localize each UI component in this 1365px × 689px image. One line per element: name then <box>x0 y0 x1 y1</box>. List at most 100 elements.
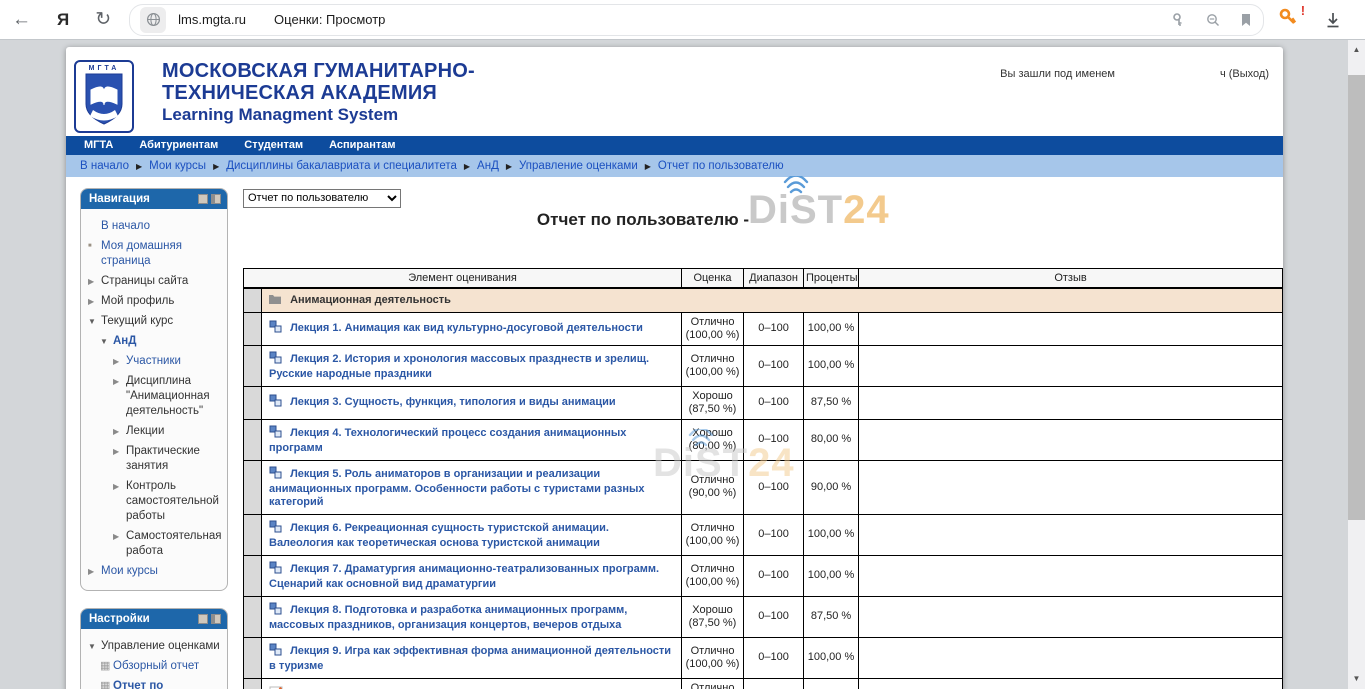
tree-marker-icon[interactable] <box>88 294 101 309</box>
sidebar-item-label[interactable]: Мой профиль <box>101 294 174 309</box>
sidebar-item[interactable]: Мой профиль <box>86 291 223 311</box>
sidebar-item[interactable]: Практические занятия <box>86 441 223 476</box>
tree-marker-icon[interactable] <box>88 564 101 579</box>
report-type-select[interactable]: Отчет по пользователю <box>243 189 401 208</box>
sidebar-item-label[interactable]: Самостоятельная работа <box>126 529 223 559</box>
grade-item-link[interactable]: Лекция 1. Анимация как вид культурно-дос… <box>290 322 643 334</box>
nav-aspirantam[interactable]: Аспирантам <box>329 139 395 151</box>
sidebar-item[interactable]: АнД <box>86 331 223 351</box>
sidebar-item[interactable]: Отчет по пользователю <box>86 676 223 689</box>
scroll-up-icon[interactable]: ▲ <box>1348 42 1365 58</box>
tree-marker-icon[interactable] <box>113 424 126 439</box>
collapse-block-icon[interactable] <box>198 614 208 624</box>
sidebar-item[interactable]: Управление оценками <box>86 636 223 656</box>
tree-marker-icon[interactable] <box>113 529 126 544</box>
sidebar-item[interactable]: Контроль самостоятельной работы <box>86 476 223 526</box>
sidebar-item[interactable]: Обзорный отчет <box>86 656 223 676</box>
sidebar-item-label[interactable]: В начало <box>101 219 150 234</box>
sidebar-item-label[interactable]: Лекции <box>126 424 164 439</box>
scroll-down-icon[interactable]: ▼ <box>1348 671 1365 687</box>
grade-row: Лекция 7. Драматургия анимационно-театра… <box>244 555 1283 596</box>
bookmark-icon[interactable] <box>1239 12 1253 28</box>
logout-link[interactable]: ч (Выход) <box>1220 68 1269 80</box>
sidebar-item[interactable]: Мои курсы <box>86 561 223 581</box>
grade-item-link[interactable]: Лекция 5. Роль аниматоров в организации … <box>269 468 645 508</box>
tree-marker-icon[interactable] <box>100 659 113 674</box>
sidebar-item-label[interactable]: Дисциплина "Анимационная деятельность" <box>126 374 223 419</box>
range-cell: 0–100 <box>744 637 804 678</box>
breadcrumb-link[interactable]: Отчет по пользователю <box>658 160 784 172</box>
tree-marker-icon[interactable] <box>88 639 101 654</box>
sidebar-item[interactable]: Текущий курс <box>86 311 223 331</box>
sidebar-item[interactable]: В начало <box>86 216 223 236</box>
tree-marker-icon[interactable] <box>113 479 126 494</box>
sidebar-item[interactable]: Страницы сайта <box>86 271 223 291</box>
breadcrumb-link[interactable]: Управление оценками <box>519 160 638 172</box>
grade-item-link[interactable]: Лекция 2. История и хронология массовых … <box>269 353 649 380</box>
sidebar-item-label[interactable]: Отчет по пользователю <box>113 679 223 689</box>
grade-cell: Отлично(100,00 %) <box>682 555 744 596</box>
breadcrumb-link[interactable]: Мои курсы <box>149 160 206 172</box>
search-page-icon[interactable] <box>1205 12 1221 28</box>
sidebar-item[interactable]: Моя домашняя страница <box>86 236 223 271</box>
tree-marker-icon[interactable] <box>113 374 126 389</box>
tree-marker-icon[interactable] <box>113 444 126 459</box>
grade-item-link[interactable]: Лекция 9. Игра как эффективная форма ани… <box>269 645 671 672</box>
sidebar-item-label[interactable]: Страницы сайта <box>101 274 188 289</box>
nav-mgta[interactable]: МГТА <box>84 139 113 151</box>
key-icon[interactable] <box>1171 12 1187 28</box>
sidebar-item[interactable]: Участники <box>86 351 223 371</box>
sidebar-item-label[interactable]: Контроль самостоятельной работы <box>126 479 223 524</box>
scrollbar-thumb[interactable] <box>1348 75 1365 520</box>
dock-block-icon[interactable] <box>211 614 221 624</box>
grade-item-link[interactable]: Лекция 7. Драматургия анимационно-театра… <box>269 563 659 590</box>
password-alert-icon[interactable]: ! <box>1278 7 1298 32</box>
tree-marker-icon[interactable] <box>100 334 113 349</box>
col-header-range: Диапазон <box>744 268 804 288</box>
percent-cell: 87,50 % <box>804 596 859 637</box>
breadcrumb-separator-icon: ▶ <box>464 162 470 171</box>
login-info: Вы зашли под именемч (Выход) <box>1000 68 1269 80</box>
lesson-icon <box>269 561 282 578</box>
tree-marker-icon[interactable] <box>113 354 126 369</box>
nav-studentam[interactable]: Студентам <box>244 139 303 151</box>
sidebar-item-label[interactable]: Текущий курс <box>101 314 173 329</box>
breadcrumb-link[interactable]: АнД <box>477 160 499 172</box>
tree-marker-icon[interactable] <box>88 274 101 289</box>
tree-marker-icon[interactable] <box>88 314 101 329</box>
page-scrollbar[interactable]: ▲ ▼ <box>1348 40 1365 689</box>
grade-item-link[interactable]: Лекция 3. Сущность, функция, типология и… <box>290 396 616 408</box>
mgta-logo[interactable]: МГТА <box>74 60 134 133</box>
dock-block-icon[interactable] <box>211 194 221 204</box>
sidebar-item-label[interactable]: Мои курсы <box>101 564 158 579</box>
tree-marker-icon[interactable] <box>88 239 101 256</box>
grade-item-link[interactable]: Лекция 8. Подготовка и разработка анимац… <box>269 604 627 631</box>
grade-item-link[interactable]: Лекция 4. Технологический процесс создан… <box>269 427 626 454</box>
url-text[interactable]: lms.mgta.ru <box>178 12 246 27</box>
sidebar-item[interactable]: Дисциплина "Анимационная деятельность" <box>86 371 223 421</box>
sidebar-item[interactable]: Лекции <box>86 421 223 441</box>
refresh-icon[interactable]: ↻ <box>95 8 111 31</box>
grade-cell: Хорошо(87,50 %) <box>682 596 744 637</box>
back-icon[interactable]: ← <box>12 9 31 31</box>
lesson-icon <box>269 602 282 619</box>
sidebar-item-label[interactable]: Обзорный отчет <box>113 659 199 674</box>
yandex-browser-icon[interactable]: Я <box>57 10 69 30</box>
sidebar-item-label[interactable]: Практические занятия <box>126 444 223 474</box>
nav-abiturientam[interactable]: Абитуриентам <box>139 139 218 151</box>
tree-marker-icon[interactable] <box>100 679 113 689</box>
address-bar[interactable]: lms.mgta.ru Оценки: Просмотр <box>129 4 1264 36</box>
downloads-icon[interactable] <box>1324 11 1342 29</box>
breadcrumb-link[interactable]: В начало <box>80 160 129 172</box>
breadcrumb-link[interactable]: Дисциплины бакалавриата и специалитета <box>226 160 457 172</box>
sidebar-item-label[interactable]: Моя домашняя страница <box>101 239 223 269</box>
indent-cell <box>244 596 262 637</box>
grade-item-link[interactable]: Лекция 6. Рекреационная сущность туристс… <box>269 522 609 549</box>
sidebar-item-label[interactable]: АнД <box>113 334 136 349</box>
sidebar-item-label[interactable]: Участники <box>126 354 181 369</box>
range-cell: 0–100 <box>744 514 804 555</box>
breadcrumb-separator-icon: ▶ <box>136 162 142 171</box>
sidebar-item-label[interactable]: Управление оценками <box>101 639 220 654</box>
collapse-block-icon[interactable] <box>198 194 208 204</box>
sidebar-item[interactable]: Самостоятельная работа <box>86 526 223 561</box>
